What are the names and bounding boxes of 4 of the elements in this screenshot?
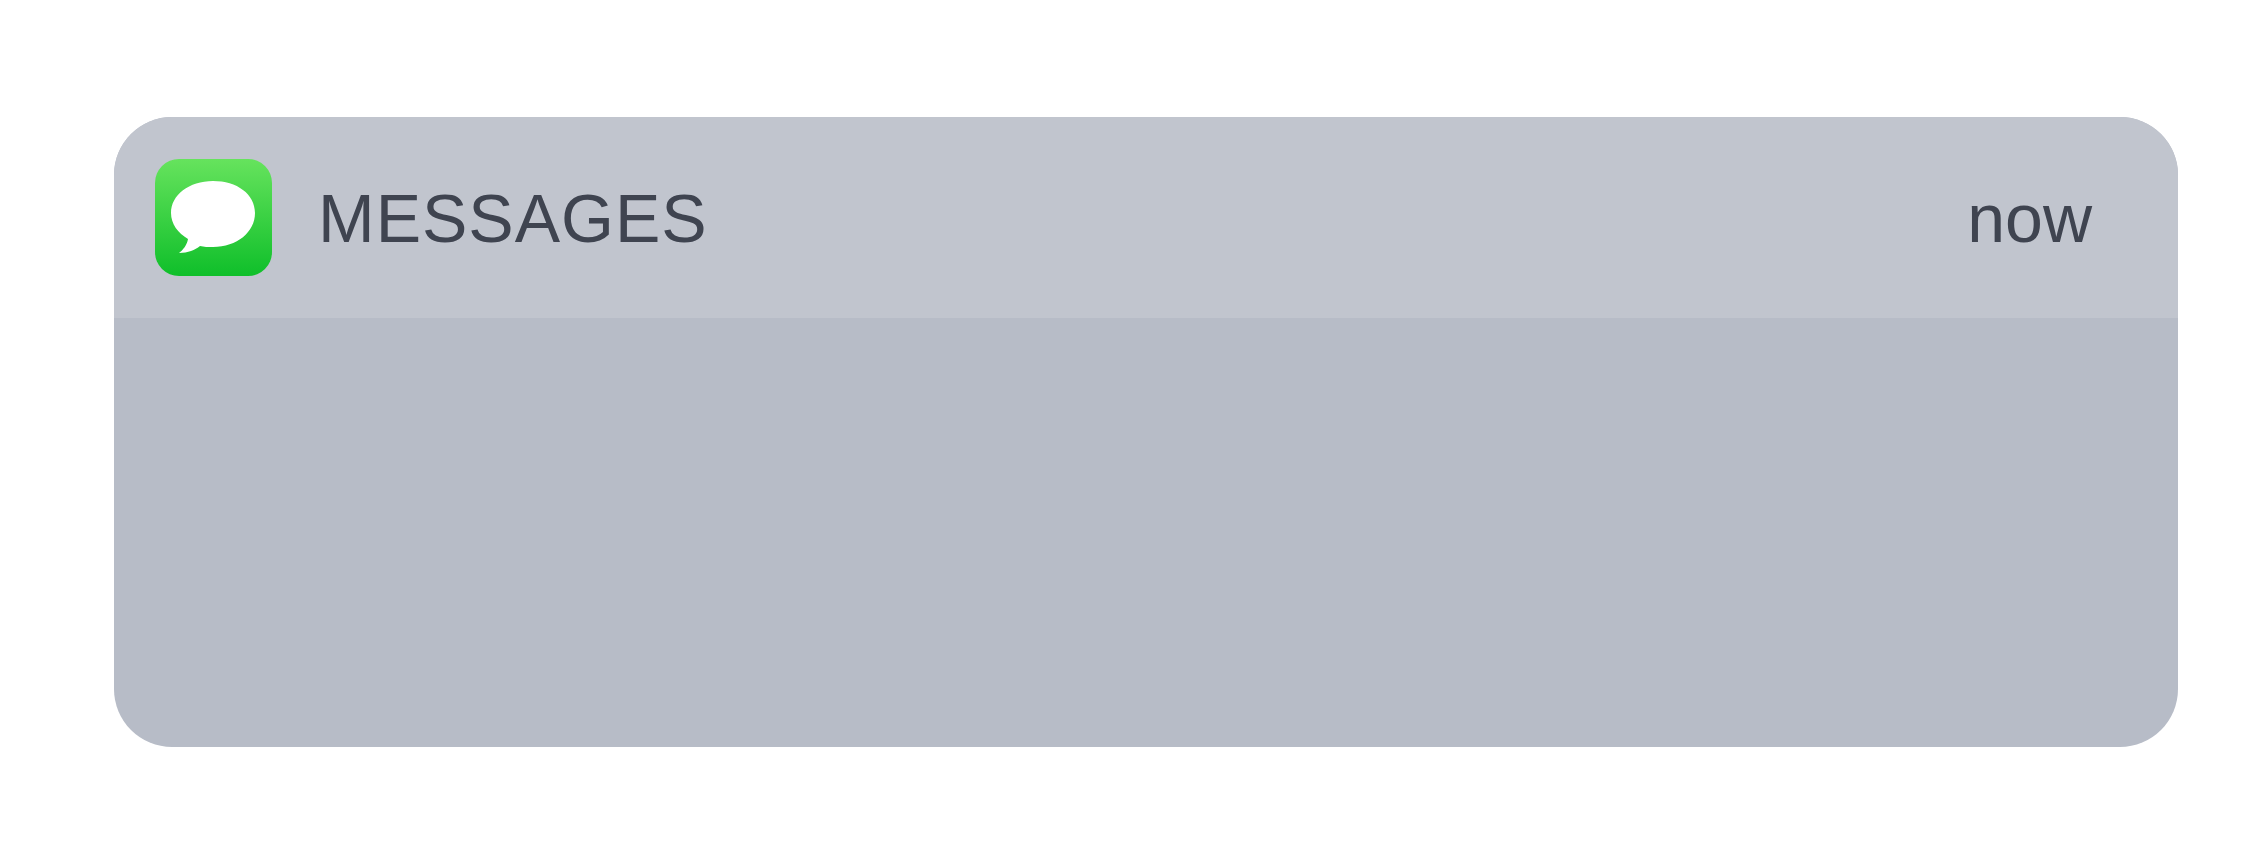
app-name: MESSAGES [318,178,709,257]
notification-card[interactable]: MESSAGES now [114,117,2178,747]
speech-bubble-icon [155,159,272,276]
timestamp: now [1967,178,2092,257]
